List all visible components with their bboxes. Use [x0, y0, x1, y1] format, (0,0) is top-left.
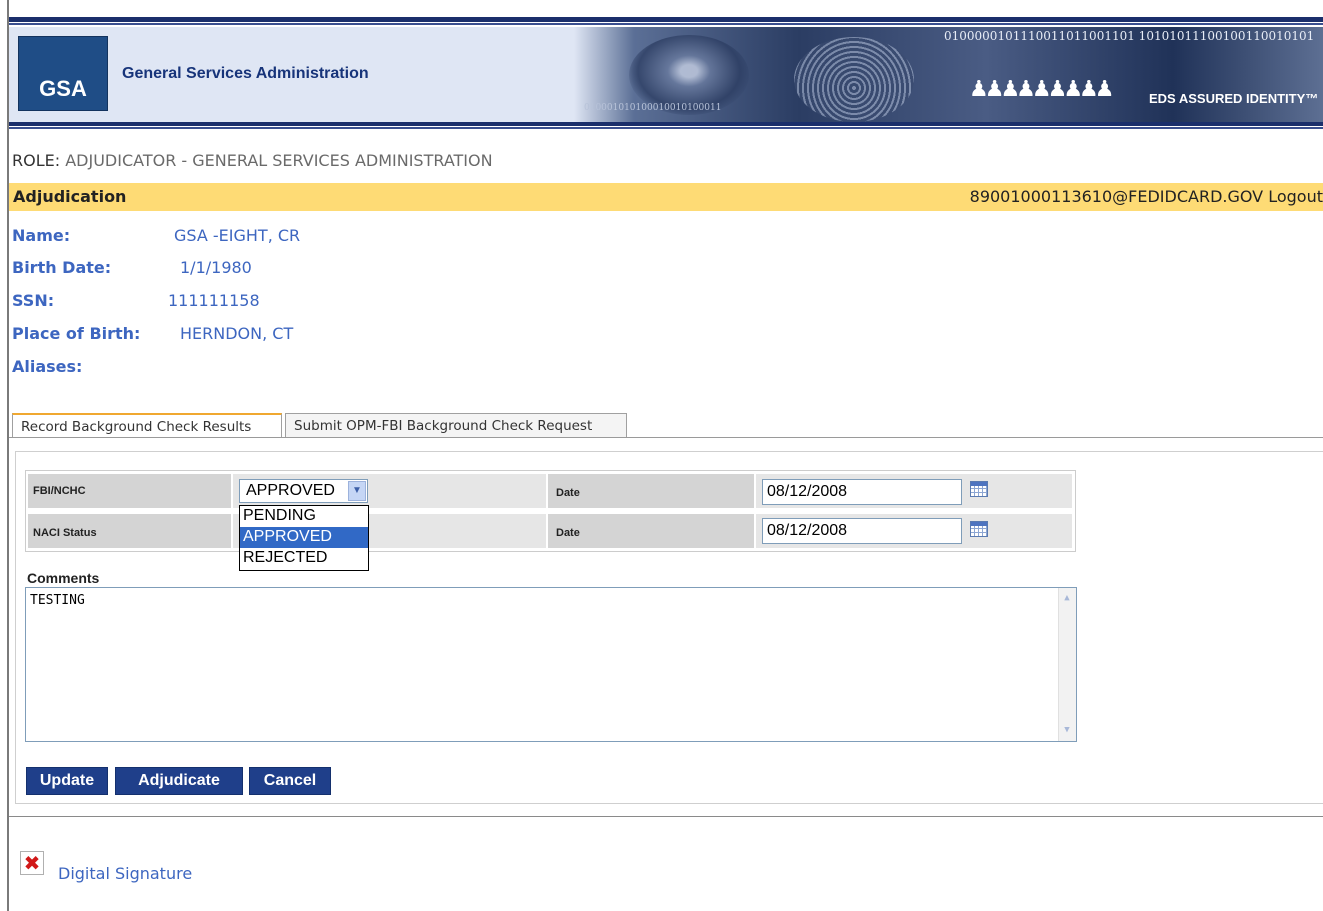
digital-signature-link[interactable]: Digital Signature — [58, 864, 192, 883]
agency-name: General Services Administration — [122, 65, 369, 82]
eds-assured-identity-caption: EDS ASSURED IDENTITY™ — [1149, 91, 1319, 106]
name-label: Name: — [12, 226, 71, 245]
scroll-down-icon[interactable]: ▼ — [1059, 722, 1075, 739]
gsa-logo: GSA — [18, 36, 108, 111]
calendar-icon[interactable] — [970, 521, 988, 537]
page-left-border — [7, 0, 9, 911]
user-email: 89001000113610@FEDIDCARD.GOV — [969, 187, 1264, 206]
banner-top-stripe — [9, 17, 1323, 22]
logout-link[interactable]: Logout — [1268, 187, 1323, 206]
adjudicate-button[interactable]: Adjudicate — [115, 767, 243, 795]
naci-date-label: Date — [556, 527, 580, 539]
broken-image-icon: ✖ — [20, 851, 44, 875]
adjudication-title: Adjudication — [13, 187, 127, 206]
tab-submit-opm-fbi-request[interactable]: Submit OPM-FBI Background Check Request — [285, 413, 627, 437]
role-value: ADJUDICATOR - GENERAL SERVICES ADMINISTR… — [65, 151, 493, 170]
tab-underline — [9, 437, 1323, 438]
update-button[interactable]: Update — [26, 767, 108, 795]
comments-textarea[interactable]: TESTING ▲ ▼ — [25, 587, 1077, 742]
banner-bottom-stripe-thin — [9, 127, 1323, 129]
option-approved[interactable]: APPROVED — [240, 527, 368, 548]
ssn-label: SSN: — [12, 291, 55, 310]
comments-label: Comments — [27, 570, 100, 586]
header-banner: GSA General Services Administration 0100… — [9, 27, 1323, 122]
birth-date-value: 1/1/1980 — [180, 258, 252, 277]
aliases-label: Aliases: — [12, 357, 83, 376]
birth-date-label: Birth Date: — [12, 258, 112, 277]
fbi-date-label: Date — [556, 487, 580, 499]
name-value: GSA -EIGHT, CR — [174, 226, 301, 245]
cancel-button[interactable]: Cancel — [249, 767, 331, 795]
naci-date-input[interactable]: 08/12/2008 — [762, 518, 962, 544]
banner-bottom-stripe — [9, 122, 1323, 126]
comments-text: TESTING — [30, 593, 85, 608]
calendar-icon[interactable] — [970, 481, 988, 497]
hero-image: 0100000101110011011001101 10101011100100… — [574, 27, 1323, 122]
hero-binary-text: 0100000101110011011001101 10101011100100… — [944, 29, 1315, 43]
hero-binary-text-small: 010001010100010010100011 — [584, 103, 722, 113]
fbi-status-dropdown-list: PENDING APPROVED REJECTED — [239, 505, 369, 571]
place-of-birth-label: Place of Birth: — [12, 324, 141, 343]
role-key: ROLE: — [12, 151, 61, 170]
role-line: ROLE: ADJUDICATOR - GENERAL SERVICES ADM… — [12, 151, 493, 170]
fbi-nchc-label: FBI/NCHC — [33, 485, 86, 497]
people-icon: ♟♟♟♟♟♟♟♟♟ — [969, 77, 1115, 102]
fbi-status-select[interactable]: APPROVED ▼ — [239, 479, 368, 503]
adjudication-bar: Adjudication 89001000113610@FEDIDCARD.GO… — [9, 183, 1323, 211]
chevron-down-icon[interactable]: ▼ — [348, 481, 366, 501]
fbi-date-input[interactable]: 08/12/2008 — [762, 479, 962, 505]
option-rejected[interactable]: REJECTED — [240, 548, 368, 569]
fbi-status-selected-value: APPROVED — [246, 482, 335, 499]
fingerprint-graphic — [794, 37, 914, 122]
ssn-value: 111111158 — [168, 291, 260, 310]
section-divider — [9, 816, 1323, 817]
user-info: 89001000113610@FEDIDCARD.GOV Logout — [970, 187, 1323, 206]
place-of-birth-value: HERNDON, CT — [180, 324, 294, 343]
comments-scrollbar[interactable]: ▲ ▼ — [1058, 588, 1076, 741]
option-pending[interactable]: PENDING — [240, 506, 368, 527]
banner-top-stripe-thin — [9, 23, 1323, 25]
scroll-up-icon[interactable]: ▲ — [1059, 590, 1075, 607]
naci-status-label: NACI Status — [33, 527, 97, 539]
tab-record-background-check-results[interactable]: Record Background Check Results — [12, 413, 282, 438]
